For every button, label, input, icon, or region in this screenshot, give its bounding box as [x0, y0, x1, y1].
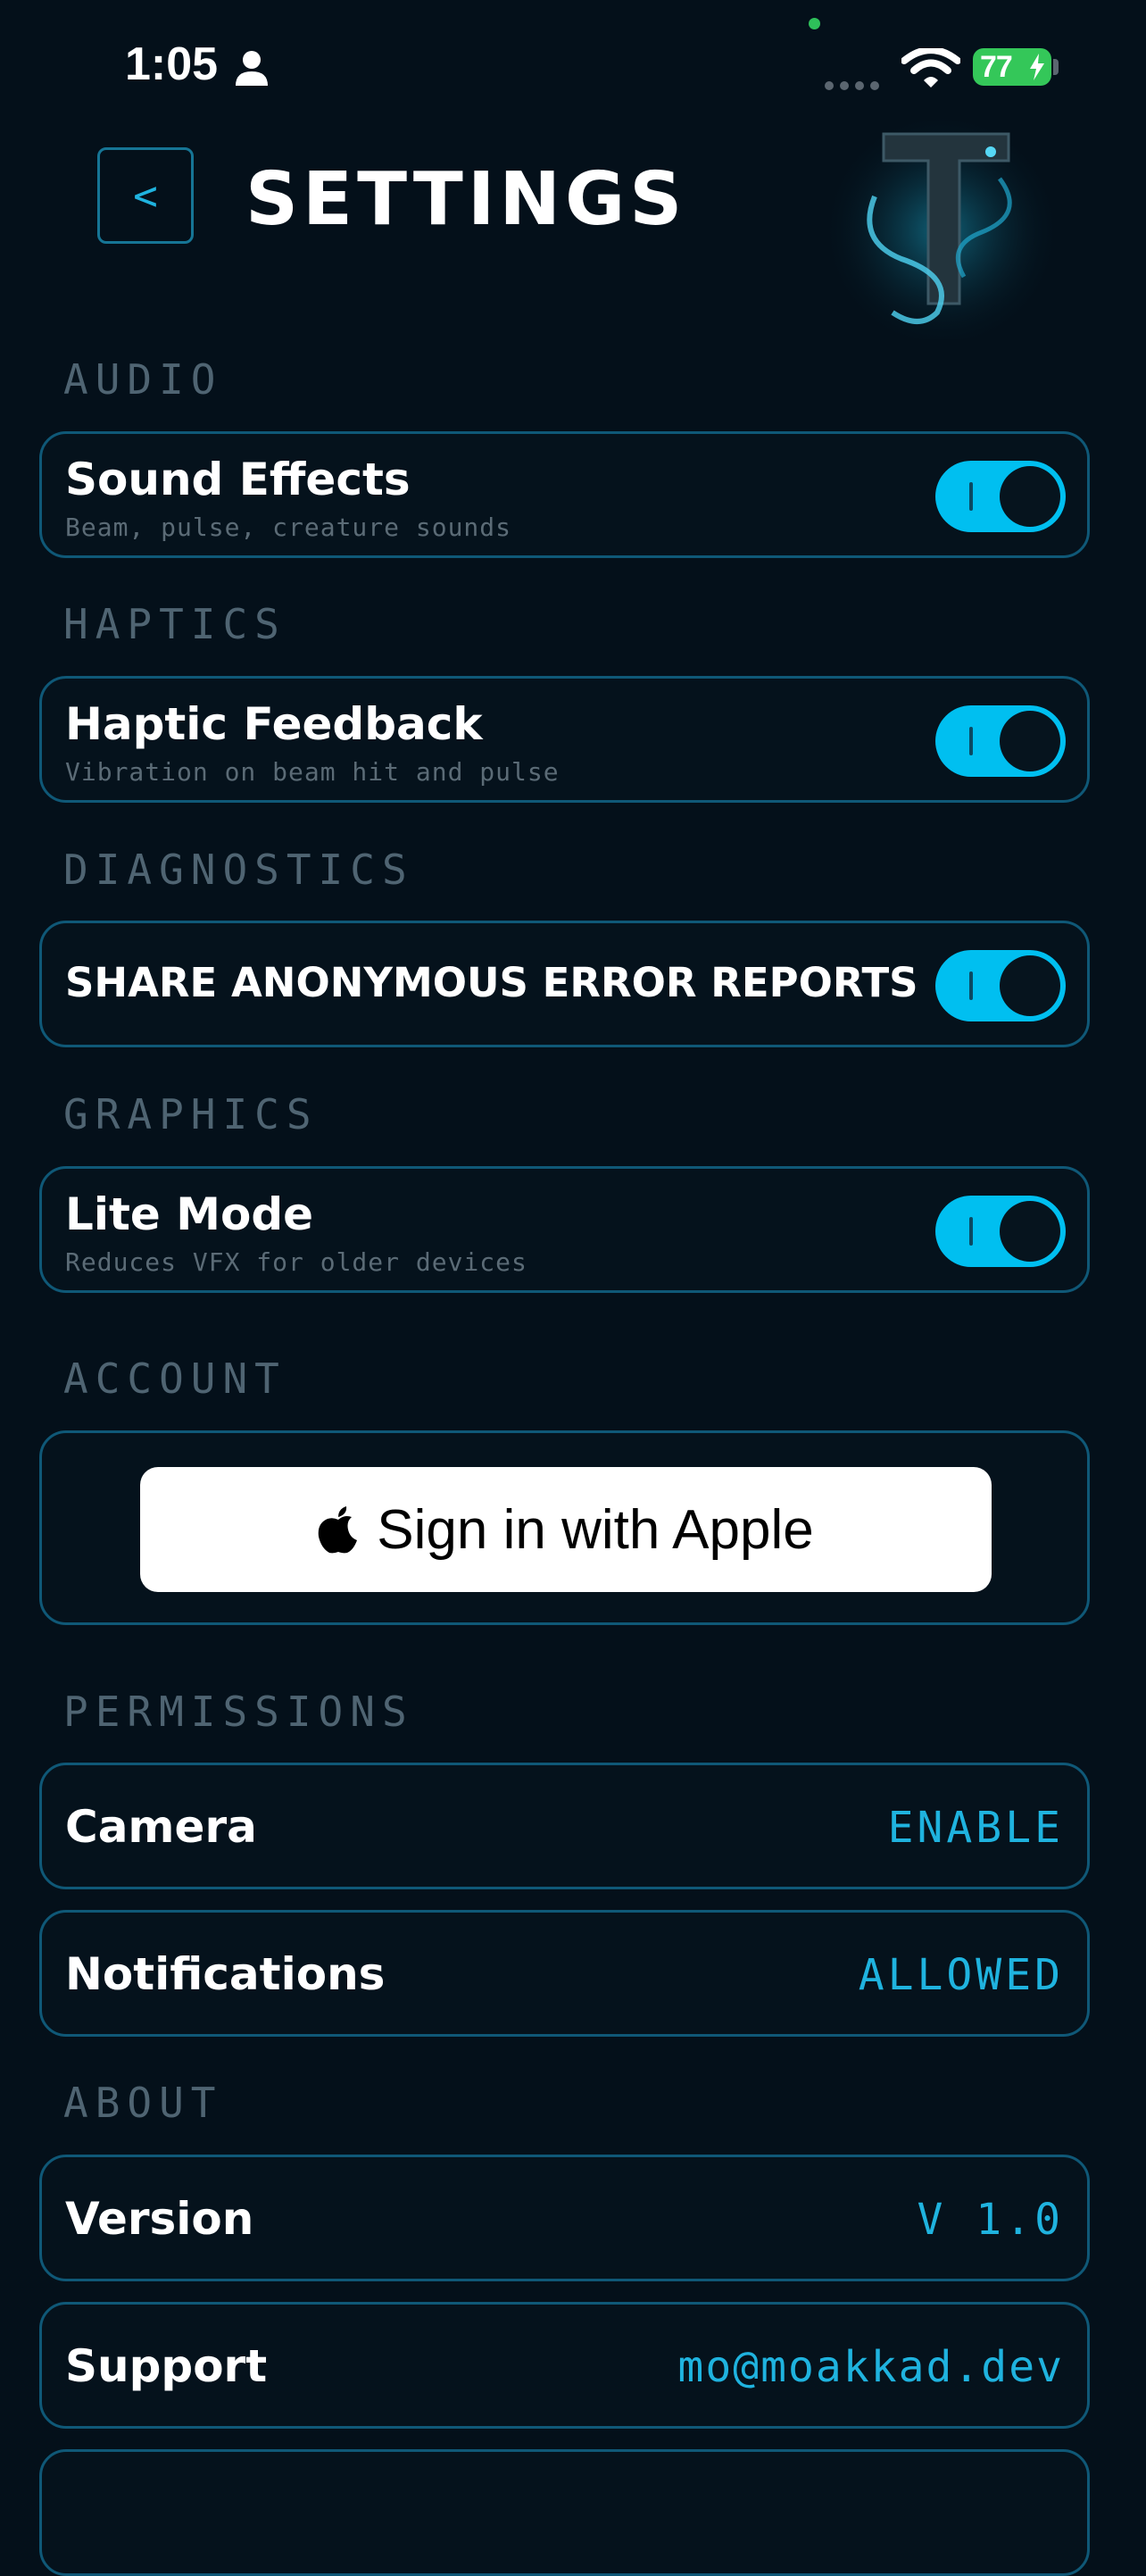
- notifications-status: ALLOWED: [858, 1950, 1064, 2000]
- version-title: Version: [65, 2193, 254, 2245]
- support-title: Support: [65, 2340, 268, 2392]
- lite-mode-subtitle: Reduces VFX for older devices: [65, 1247, 527, 1277]
- sound-effects-toggle[interactable]: [935, 461, 1066, 532]
- support-email-link[interactable]: mo@moakkad.dev: [677, 2342, 1064, 2392]
- lite-mode-title: Lite Mode: [65, 1188, 314, 1240]
- sign-in-with-apple-button[interactable]: Sign in with Apple: [140, 1467, 992, 1592]
- wifi-icon: [901, 46, 961, 91]
- haptic-feedback-title: Haptic Feedback: [65, 698, 483, 750]
- camera-row[interactable]: Camera ENABLE: [39, 1763, 1090, 1889]
- battery-charging-icon: 77: [973, 48, 1051, 86]
- battery-cap: [1053, 59, 1059, 75]
- apple-icon: [318, 1506, 358, 1554]
- section-label-account: ACCOUNT: [63, 1355, 286, 1403]
- camera-title: Camera: [65, 1801, 257, 1853]
- version-row: Version V 1.0: [39, 2155, 1090, 2281]
- haptic-feedback-row: Haptic Feedback Vibration on beam hit an…: [39, 676, 1090, 803]
- status-time: 1:05: [125, 38, 219, 90]
- support-row[interactable]: Support mo@moakkad.dev: [39, 2302, 1090, 2429]
- page-title: SETTINGS: [245, 157, 687, 242]
- sound-effects-subtitle: Beam, pulse, creature sounds: [65, 513, 512, 542]
- person-icon: [234, 50, 270, 91]
- error-reports-title: SHARE ANONYMOUS ERROR REPORTS: [65, 959, 918, 1006]
- account-card: Sign in with Apple: [39, 1430, 1090, 1625]
- section-label-graphics: GRAPHICS: [63, 1090, 319, 1138]
- sound-effects-title: Sound Effects: [65, 454, 411, 505]
- section-label-diagnostics: DIAGNOSTICS: [63, 846, 414, 894]
- back-button[interactable]: <: [97, 147, 194, 244]
- version-value: V 1.0: [917, 2195, 1064, 2245]
- haptic-feedback-toggle[interactable]: [935, 705, 1066, 777]
- lite-mode-toggle[interactable]: [935, 1196, 1066, 1267]
- signal-icon: [825, 77, 885, 94]
- app-logo: [821, 98, 1062, 339]
- next-row-partial: [39, 2449, 1090, 2576]
- notifications-row[interactable]: Notifications ALLOWED: [39, 1910, 1090, 2037]
- battery-level: 77: [980, 50, 1013, 84]
- section-label-about: ABOUT: [63, 2079, 223, 2127]
- sound-effects-row: Sound Effects Beam, pulse, creature soun…: [39, 431, 1090, 558]
- camera-indicator-icon: [809, 18, 820, 29]
- lite-mode-row: Lite Mode Reduces VFX for older devices: [39, 1166, 1090, 1293]
- notifications-title: Notifications: [65, 1948, 386, 2000]
- error-reports-toggle[interactable]: [935, 950, 1066, 1021]
- haptic-feedback-subtitle: Vibration on beam hit and pulse: [65, 757, 560, 787]
- section-label-haptics: HAPTICS: [63, 600, 286, 648]
- section-label-permissions: PERMISSIONS: [63, 1688, 414, 1736]
- error-reports-row: SHARE ANONYMOUS ERROR REPORTS: [39, 921, 1090, 1047]
- camera-enable-button[interactable]: ENABLE: [888, 1803, 1064, 1853]
- sign-in-with-apple-label: Sign in with Apple: [377, 1498, 814, 1561]
- section-label-audio: AUDIO: [63, 355, 223, 404]
